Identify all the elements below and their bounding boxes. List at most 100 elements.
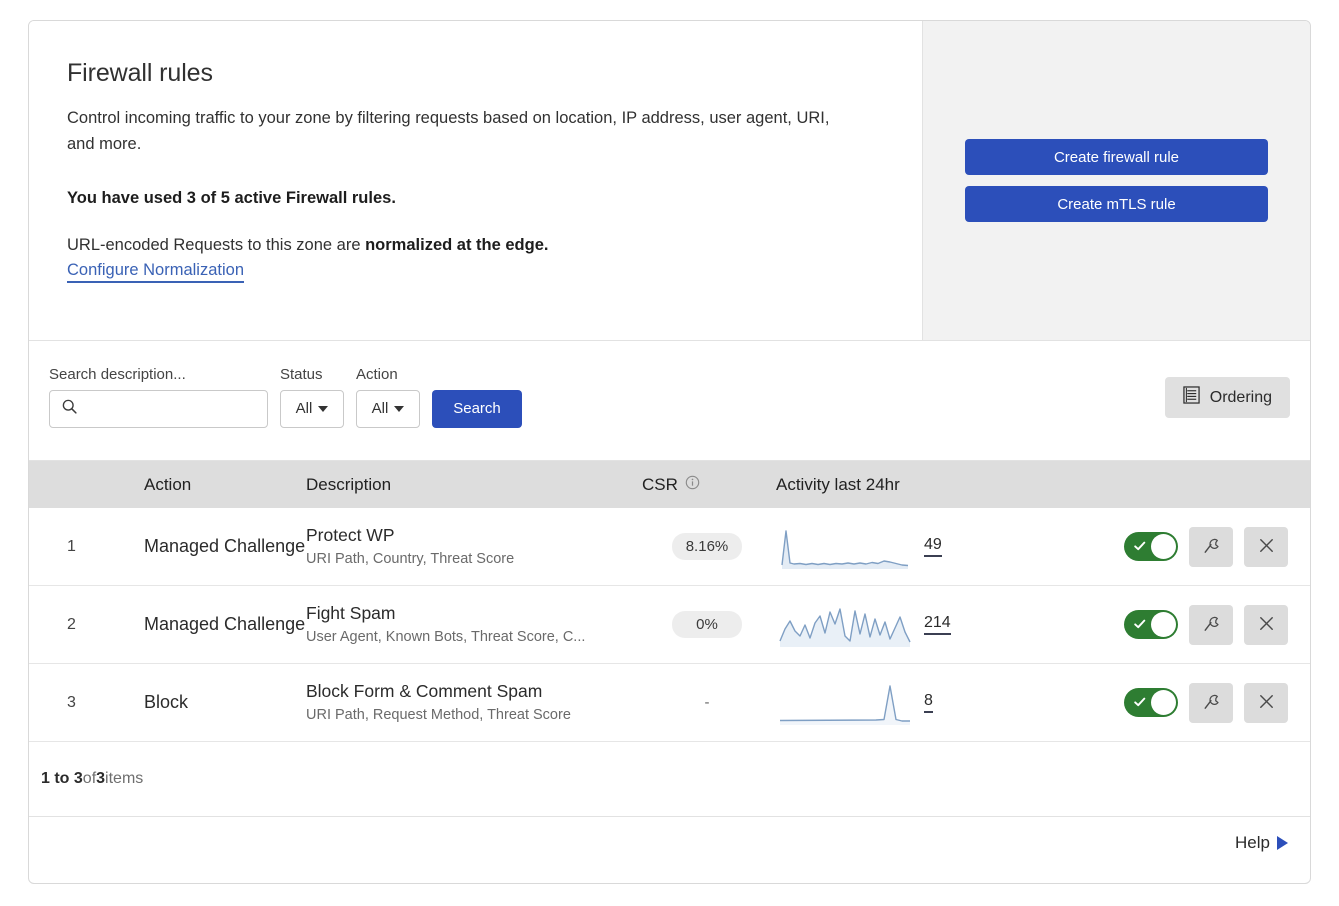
wrench-icon: [1202, 614, 1221, 636]
search-field: Search description...: [49, 366, 268, 428]
row-description-title: Protect WP: [306, 525, 395, 545]
search-input-wrapper[interactable]: [49, 389, 268, 428]
search-input[interactable]: [78, 390, 267, 427]
hero-actions: Create firewall rule Create mTLS rule: [922, 21, 1310, 340]
create-mtls-rule-button[interactable]: Create mTLS rule: [965, 186, 1268, 222]
ordering-button[interactable]: Ordering: [1164, 377, 1290, 418]
delete-rule-button[interactable]: [1244, 526, 1288, 567]
row-description-fields: User Agent, Known Bots, Threat Score, C.…: [306, 628, 586, 645]
chevron-down-icon: [394, 405, 405, 412]
row-description: Fight Spam User Agent, Known Bots, Threa…: [306, 603, 642, 646]
page-root: Firewall rules Control incoming traffic …: [0, 0, 1339, 906]
help-label: Help: [1235, 833, 1270, 852]
action-filter-label: Action: [356, 366, 398, 383]
delete-rule-button[interactable]: [1244, 682, 1288, 723]
rule-enabled-toggle[interactable]: [1124, 532, 1178, 561]
check-icon: [1133, 539, 1147, 558]
pagination-range: 1 to 3: [41, 770, 83, 787]
normalization-emphasis: normalized at the edge.: [365, 236, 549, 255]
filter-toolbar: Search description... Status All Action …: [29, 341, 1310, 461]
toggle-knob: [1151, 690, 1176, 715]
activity-count[interactable]: 49: [924, 536, 942, 557]
search-icon: [50, 398, 78, 420]
edit-rule-button[interactable]: [1189, 682, 1233, 723]
filter-group: Search description... Status All Action …: [49, 366, 522, 428]
normalization-text: URL-encoded Requests to this zone are no…: [67, 236, 882, 255]
help-link[interactable]: Help: [1235, 833, 1288, 853]
check-icon: [1133, 617, 1147, 636]
row-controls: [1022, 526, 1310, 567]
page-title: Firewall rules: [67, 59, 213, 87]
table-header: Action Description CSR Activity last 24h…: [29, 461, 1310, 508]
pagination-of: of: [82, 770, 97, 787]
column-header-csr-label: CSR: [642, 474, 678, 494]
firewall-rules-card: Firewall rules Control incoming traffic …: [28, 20, 1311, 884]
row-description-title: Block Form & Comment Spam: [306, 681, 543, 701]
edit-rule-button[interactable]: [1189, 526, 1233, 567]
row-description: Block Form & Comment Spam URI Path, Requ…: [306, 681, 642, 724]
row-description: Protect WP URI Path, Country, Threat Sco…: [306, 525, 642, 568]
wrench-icon: [1202, 536, 1221, 558]
action-filter-value: All: [371, 400, 389, 417]
pagination-summary: 1 to 3 of 3 items: [29, 742, 1310, 817]
list-ordering-icon: [1183, 386, 1200, 409]
status-filter-value: All: [295, 400, 313, 417]
create-firewall-rule-button[interactable]: Create firewall rule: [965, 139, 1268, 175]
row-description-fields: URI Path, Country, Threat Score: [306, 550, 515, 567]
action-filter-field: Action All: [356, 366, 420, 428]
row-controls: [1022, 604, 1310, 645]
quota-text: You have used 3 of 5 active Firewall rul…: [67, 189, 396, 208]
status-filter-field: Status All: [280, 366, 344, 428]
table-row[interactable]: 1 Managed Challenge Protect WP URI Path,…: [29, 508, 1310, 586]
row-activity: 8: [772, 681, 1022, 725]
chevron-down-icon: [318, 405, 329, 412]
configure-normalization-link[interactable]: Configure Normalization: [67, 261, 244, 284]
hero-section: Firewall rules Control incoming traffic …: [29, 21, 1310, 341]
row-description-fields: URI Path, Request Method, Threat Score: [306, 706, 571, 723]
help-bar: Help: [29, 817, 1310, 869]
row-controls: [1022, 682, 1310, 723]
check-icon: [1133, 695, 1147, 714]
play-arrow-icon: [1277, 836, 1288, 850]
search-field-label: Search description...: [49, 366, 186, 383]
activity-count[interactable]: 214: [924, 614, 951, 635]
row-activity: 214: [772, 603, 1022, 647]
row-csr: -: [642, 689, 772, 716]
row-action: Block: [144, 692, 189, 712]
action-filter-select[interactable]: All: [356, 389, 420, 428]
activity-count[interactable]: 8: [924, 692, 933, 713]
row-index: 1: [67, 537, 76, 555]
rule-enabled-toggle[interactable]: [1124, 688, 1178, 717]
row-activity: 49: [772, 525, 1022, 569]
activity-sparkline: [781, 529, 909, 569]
pagination-total: 3: [96, 770, 106, 787]
status-filter-select[interactable]: All: [280, 389, 344, 428]
table-row[interactable]: 3 Block Block Form & Comment Spam URI Pa…: [29, 664, 1310, 742]
csr-badge: 0%: [672, 611, 742, 638]
activity-sparkline: [779, 607, 911, 647]
table-row[interactable]: 2 Managed Challenge Fight Spam User Agen…: [29, 586, 1310, 664]
row-description-title: Fight Spam: [306, 603, 396, 623]
row-action: Managed Challenge: [144, 614, 306, 634]
row-csr: 0%: [642, 611, 772, 638]
csr-badge: -: [704, 694, 710, 711]
status-filter-label: Status: [280, 366, 323, 383]
pagination-items-label: items: [105, 770, 144, 787]
toggle-knob: [1151, 612, 1176, 637]
delete-rule-button[interactable]: [1244, 604, 1288, 645]
ordering-button-label: Ordering: [1209, 388, 1272, 406]
info-icon[interactable]: [685, 475, 700, 495]
column-header-action: Action: [144, 474, 192, 494]
toggle-knob: [1151, 534, 1176, 559]
close-icon: [1257, 536, 1276, 558]
page-description: Control incoming traffic to your zone by…: [67, 109, 830, 153]
column-header-csr: CSR: [642, 475, 772, 495]
column-header-activity: Activity last 24hr: [776, 474, 900, 494]
edit-rule-button[interactable]: [1189, 604, 1233, 645]
activity-sparkline: [779, 684, 910, 725]
search-button[interactable]: Search: [432, 389, 522, 428]
row-index: 3: [67, 693, 76, 711]
rule-enabled-toggle[interactable]: [1124, 610, 1178, 639]
row-action: Managed Challenge: [144, 536, 306, 556]
close-icon: [1257, 614, 1276, 636]
